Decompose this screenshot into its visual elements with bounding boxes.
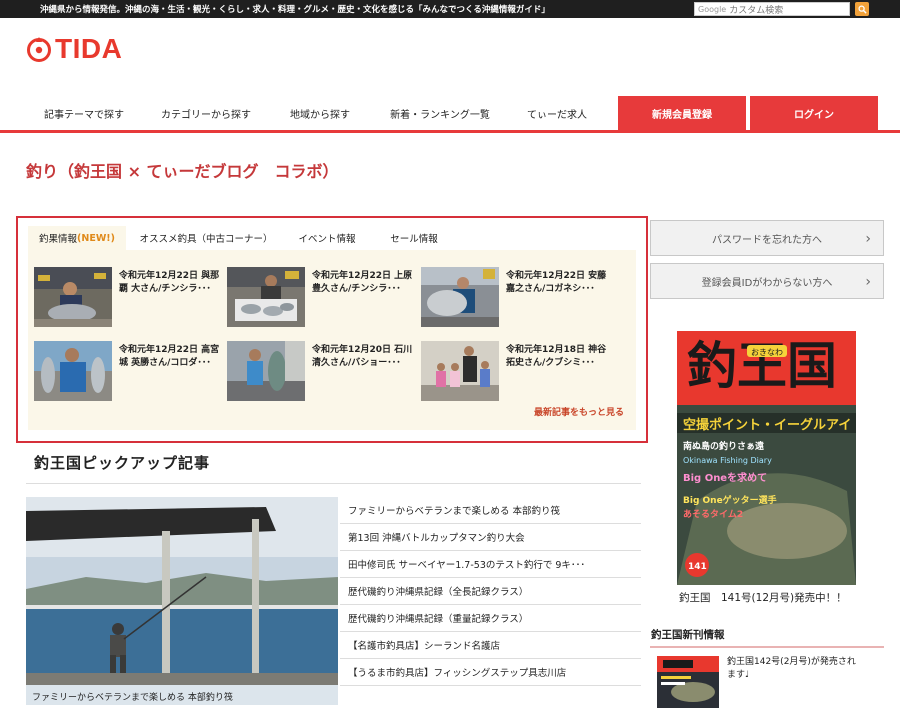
page-title: 釣り（釣王国 × てぃーだブログ コラボ） xyxy=(26,162,339,181)
tab-sales[interactable]: セール情報 xyxy=(380,226,448,250)
list-item[interactable]: 令和元年12月20日 石川 清久さん/バショー･･･ xyxy=(227,341,417,403)
list-item[interactable]: 令和元年12月22日 高宮城 英勝さん/コロダ･･･ xyxy=(34,341,224,403)
pickup-title: 釣王国ピックアップ記事 xyxy=(34,454,211,472)
magazine-headline: 空撮ポイント・イーグルアイ xyxy=(683,417,851,433)
new-issue-text[interactable]: 釣王国142号(2月号)が発売されます♩ xyxy=(727,656,857,682)
login-button[interactable]: ログイン xyxy=(750,96,878,131)
site-logo[interactable]: TIDA xyxy=(26,33,122,65)
logo-text: TIDA xyxy=(55,33,123,64)
card-title[interactable]: 令和元年12月22日 與那覇 大さん/チンシラ･･･ xyxy=(119,270,223,296)
card-title[interactable]: 令和元年12月22日 安藤 嘉之さん/コガネシ･･･ xyxy=(506,270,610,296)
tab-label: 釣果情報 xyxy=(39,234,78,245)
list-item[interactable]: 令和元年12月18日 神谷 拓史さん/クブシミ･･･ xyxy=(421,341,611,403)
forgot-password-button[interactable]: パスワードを忘れた方へ › xyxy=(650,220,884,256)
magazine-okinawa: おきなわ xyxy=(751,348,783,357)
magazine-issue-number: 141 xyxy=(688,562,707,572)
forgot-password-label: パスワードを忘れた方へ xyxy=(712,234,822,246)
new-issue-thumbnail[interactable] xyxy=(657,656,719,708)
new-issue-title: 釣王国新刊情報 xyxy=(651,629,725,641)
forgot-id-button[interactable]: 登録会員IDがわからない方へ › xyxy=(650,263,884,299)
magazine-sub2: Okinawa Fishing Diary xyxy=(683,456,772,465)
catch-photo[interactable] xyxy=(227,341,305,401)
search-button[interactable] xyxy=(855,2,869,16)
magazine-sub5: あそるタイム2 xyxy=(683,508,743,520)
pickup-list-item[interactable]: 第13回 沖縄バトルカップタマン釣り大会 xyxy=(340,524,641,551)
main-nav: 記事テーマで探す カテゴリーから探す 地域から探す 新着・ランキング一覧 てぃー… xyxy=(26,96,878,131)
nav-region[interactable]: 地域から探す xyxy=(270,96,370,131)
nav-ranking[interactable]: 新着・ランキング一覧 xyxy=(376,96,504,131)
register-button[interactable]: 新規会員登録 xyxy=(618,96,746,131)
pickup-list-item[interactable]: 歴代磯釣り沖縄県記録（重量記録クラス） xyxy=(340,605,641,632)
pickup-list-item[interactable]: 田中修司氏 サーベイヤー1.7-53のテスト釣行で 9キ･･･ xyxy=(340,551,641,578)
card-title[interactable]: 令和元年12月18日 神谷 拓史さん/クブシミ･･･ xyxy=(506,344,610,370)
top-bar: 沖縄県から情報発信。沖縄の海・生活・観光・くらし・求人・料理・グルメ・歴史・文化… xyxy=(0,0,900,18)
new-badge: (NEW!) xyxy=(77,232,115,244)
nav-divider xyxy=(0,130,900,133)
tida-logo-icon xyxy=(27,37,51,62)
pickup-divider xyxy=(26,483,641,484)
list-item[interactable]: 令和元年12月22日 上原 豊久さん/チンシラ･･･ xyxy=(227,267,417,329)
tab-content: 令和元年12月22日 與那覇 大さん/チンシラ･･･ 令和元年12月22日 上原… xyxy=(28,250,636,430)
new-issue-divider xyxy=(650,646,884,648)
catch-photo[interactable] xyxy=(421,341,499,401)
card-title[interactable]: 令和元年12月22日 高宮城 英勝さん/コロダ･･･ xyxy=(119,344,223,370)
chevron-right-icon: › xyxy=(865,231,871,247)
list-item[interactable]: 令和元年12月22日 與那覇 大さん/チンシラ･･･ xyxy=(34,267,224,329)
card-title[interactable]: 令和元年12月22日 上原 豊久さん/チンシラ･･･ xyxy=(312,270,416,296)
google-logo: Google xyxy=(698,4,727,14)
card-title[interactable]: 令和元年12月20日 石川 清久さん/バショー･･･ xyxy=(312,344,416,370)
search-icon xyxy=(857,4,867,14)
pickup-list: ファミリーからベテランまで楽しめる 本部釣り筏 第13回 沖縄バトルカップタマン… xyxy=(340,497,641,686)
tab-recommended-gear[interactable]: オススメ釣具（中古コーナー） xyxy=(134,226,278,250)
pickup-list-item[interactable]: 【うるま市釣具店】フィッシングステップ具志川店 xyxy=(340,659,641,686)
pickup-hero-image[interactable]: ファミリーからベテランまで楽しめる 本部釣り筏 xyxy=(26,497,338,705)
magazine-caption[interactable]: 釣王国 141号(12月号)発売中！！ xyxy=(679,590,847,605)
pickup-list-item[interactable]: ファミリーからベテランまで楽しめる 本部釣り筏 xyxy=(340,497,641,524)
magazine-sub4: Big Oneゲッター選手 xyxy=(683,494,777,506)
magazine-sub1: 南ぬ島の釣りさぁ遠 xyxy=(683,440,764,452)
nav-theme[interactable]: 記事テーマで探す xyxy=(26,96,142,131)
nav-category[interactable]: カテゴリーから探す xyxy=(146,96,266,131)
catch-photo[interactable] xyxy=(34,267,112,327)
nav-jobs[interactable]: てぃーだ求人 xyxy=(510,96,604,131)
search-input[interactable]: Google カスタム検索 xyxy=(694,2,850,16)
search-placeholder: カスタム検索 xyxy=(729,5,784,16)
magazine-sub3: Big Oneを求めて xyxy=(683,471,767,484)
tab-events[interactable]: イベント情報 xyxy=(290,226,364,250)
hero-caption[interactable]: ファミリーからベテランまで楽しめる 本部釣り筏 xyxy=(26,685,338,705)
site-tagline: 沖縄県から情報発信。沖縄の海・生活・観光・くらし・求人・料理・グルメ・歴史・文化… xyxy=(40,5,550,15)
pickup-list-item[interactable]: 歴代磯釣り沖縄県記録（全長記録クラス） xyxy=(340,578,641,605)
fishing-tabs-panel: 釣果情報 (NEW!) オススメ釣具（中古コーナー） イベント情報 セール情報 令… xyxy=(16,216,648,443)
catch-photo[interactable] xyxy=(227,267,305,327)
pickup-list-item[interactable]: 【名護市釣具店】シーランド名護店 xyxy=(340,632,641,659)
chevron-right-icon: › xyxy=(865,274,871,290)
tab-fishing-results[interactable]: 釣果情報 (NEW!) xyxy=(28,226,126,250)
forgot-id-label: 登録会員IDがわからない方へ xyxy=(701,277,833,289)
catch-photo[interactable] xyxy=(34,341,112,401)
list-item[interactable]: 令和元年12月22日 安藤 嘉之さん/コガネシ･･･ xyxy=(421,267,611,329)
magazine-cover[interactable]: 釣王国 おきなわ 空撮ポイント・イーグルアイ 南ぬ島の釣りさぁ遠 Okinawa… xyxy=(677,331,856,585)
more-articles-link[interactable]: 最新記事をもっと見る xyxy=(534,405,624,418)
catch-photo[interactable] xyxy=(421,267,499,327)
